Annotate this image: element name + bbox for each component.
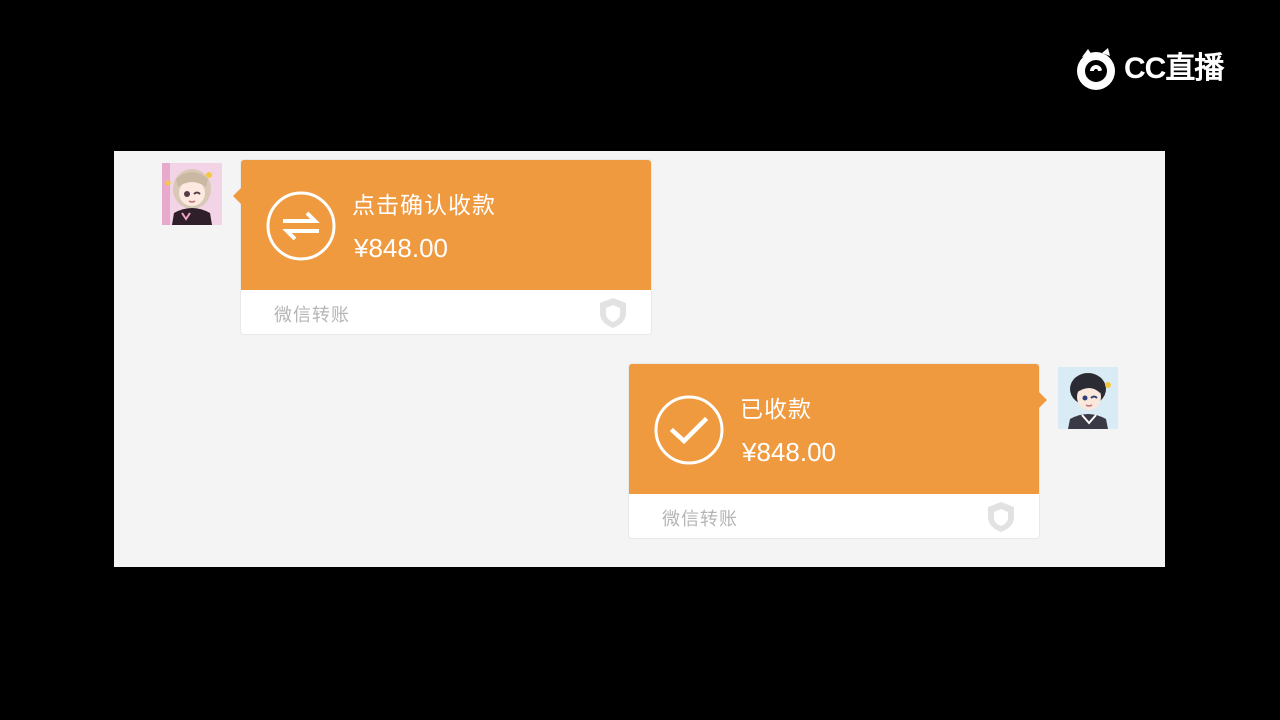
transfer-source-label: 微信转账 <box>274 305 350 326</box>
bubble-tail <box>1039 392 1047 408</box>
sender-avatar-image <box>162 163 222 225</box>
receiver-avatar-image <box>1058 367 1118 429</box>
transfer-bubble-header[interactable]: 已收款 ¥848.00 <box>629 364 1047 494</box>
video-frame: CC直播 点击确认收款 ¥848.00 微信转账 已收款 ¥848.00 微信转… <box>0 0 1280 720</box>
transfer-source-label: 微信转账 <box>662 509 738 530</box>
transfer-bubble-pending[interactable]: 点击确认收款 ¥848.00 微信转账 <box>233 160 651 334</box>
chat-panel: 点击确认收款 ¥848.00 微信转账 已收款 ¥848.00 微信转账 <box>114 151 1165 567</box>
shield-icon <box>600 298 626 328</box>
receiver-avatar[interactable] <box>1058 367 1118 429</box>
checkmark-icon <box>654 395 724 465</box>
sender-avatar[interactable] <box>162 163 222 225</box>
watermark-text: CC直播 <box>1124 52 1224 85</box>
transfer-status: 已收款 <box>740 397 812 423</box>
transfer-bubble-received[interactable]: 已收款 ¥848.00 微信转账 <box>629 364 1047 538</box>
cc-live-logo-icon <box>1077 48 1115 90</box>
transfer-bubble-header[interactable]: 点击确认收款 ¥848.00 <box>233 160 651 290</box>
transfer-amount: ¥848.00 <box>742 437 836 467</box>
bubble-tail <box>233 188 241 204</box>
transfer-arrows-icon <box>266 191 336 261</box>
watermark-logo: CC直播 <box>1072 44 1224 94</box>
transfer-bubble-footer: 微信转账 <box>241 290 651 334</box>
transfer-status: 点击确认收款 <box>352 193 496 219</box>
transfer-bubble-footer: 微信转账 <box>629 494 1039 538</box>
shield-icon <box>988 502 1014 532</box>
transfer-amount: ¥848.00 <box>354 233 448 263</box>
